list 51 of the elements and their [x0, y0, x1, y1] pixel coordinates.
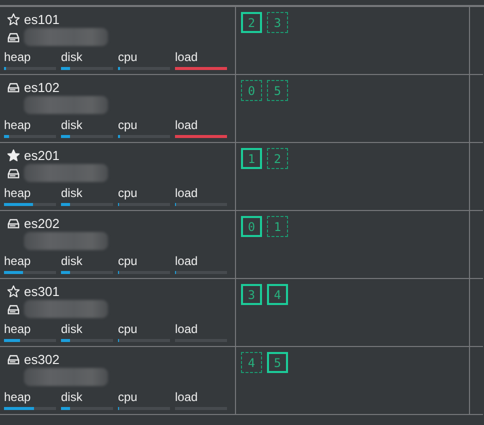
meter-label: disk — [61, 254, 84, 268]
meter-label: heap — [4, 118, 32, 132]
node-name: es301 — [24, 284, 60, 298]
replica-shard[interactable]: 5 — [267, 80, 288, 101]
node-name: es201 — [24, 148, 60, 162]
drive-icon — [7, 352, 20, 366]
meter-label: disk — [61, 118, 84, 132]
primary-shard[interactable]: 4 — [267, 284, 288, 305]
replica-shard[interactable]: 3 — [267, 12, 288, 33]
meter-label: load — [175, 118, 199, 132]
replica-shard[interactable]: 2 — [267, 148, 288, 169]
node-name: es202 — [24, 216, 60, 230]
primary-shard[interactable]: 3 — [241, 284, 262, 305]
replica-shard[interactable]: 4 — [241, 352, 262, 373]
meter-label: cpu — [118, 254, 138, 268]
meter-label: heap — [4, 254, 32, 268]
drive-icon — [7, 80, 20, 94]
meter-label: load — [175, 390, 199, 404]
node-name: es101 — [24, 12, 60, 26]
star-outline-icon — [7, 12, 20, 26]
primary-shard[interactable]: 5 — [267, 352, 288, 373]
meter-label: disk — [61, 390, 84, 404]
meter-label: disk — [61, 50, 84, 64]
meter-label: cpu — [118, 322, 138, 336]
replica-shard[interactable]: 1 — [267, 216, 288, 237]
meter-label: load — [175, 186, 199, 200]
meter-label: heap — [4, 390, 32, 404]
meter-label: disk — [61, 186, 84, 200]
meter-label: disk — [61, 322, 84, 336]
star-outline-icon — [7, 284, 20, 298]
meter-label: load — [175, 322, 199, 336]
meter-label: cpu — [118, 118, 138, 132]
primary-shard[interactable]: 1 — [241, 148, 262, 169]
node-name: es302 — [24, 352, 60, 366]
primary-shard[interactable]: 2 — [241, 12, 262, 33]
meter-label: cpu — [118, 186, 138, 200]
meter-label: heap — [4, 322, 32, 336]
drive-icon — [7, 302, 20, 316]
meter-label: cpu — [118, 390, 138, 404]
meter-label: heap — [4, 50, 32, 64]
meter-label: load — [175, 50, 199, 64]
drive-icon — [7, 216, 20, 230]
star-icon — [7, 148, 20, 162]
primary-shard[interactable]: 0 — [241, 216, 262, 237]
meter-label: heap — [4, 186, 32, 200]
replica-shard[interactable]: 0 — [241, 80, 262, 101]
drive-icon — [7, 30, 20, 44]
meter-label: cpu — [118, 50, 138, 64]
drive-icon — [7, 166, 20, 180]
meter-label: load — [175, 254, 199, 268]
node-name: es102 — [24, 80, 60, 94]
